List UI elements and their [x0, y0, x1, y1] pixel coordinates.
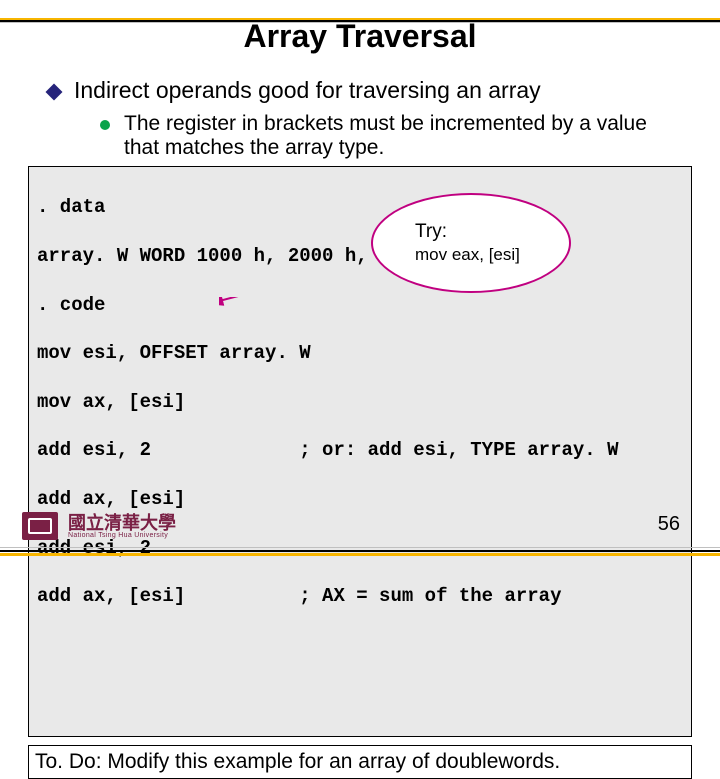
- code-block: . data array. W WORD 1000 h, 2000 h, 300…: [28, 166, 692, 737]
- callout-line2: mov eax, [esi]: [415, 244, 569, 266]
- university-logo-icon: [22, 512, 58, 540]
- dot-icon: [100, 120, 110, 130]
- code-line: mov esi, OFFSET array. W: [37, 341, 683, 365]
- code-line: mov ax, [esi]: [37, 390, 683, 414]
- code-line: add esi, 2 ; or: add esi, TYPE array. W: [37, 438, 683, 462]
- sub-bullet: The register in brackets must be increme…: [100, 112, 670, 160]
- sub-bullet-text: The register in brackets must be increme…: [124, 112, 670, 160]
- code-line: . code: [37, 293, 683, 317]
- footer: 國立清華大學 National Tsing Hua University: [22, 512, 176, 540]
- page-number: 56: [658, 513, 680, 536]
- todo-box: To. Do: Modify this example for an array…: [28, 745, 692, 779]
- try-callout: Try: mov eax, [esi]: [371, 193, 571, 293]
- main-bullet-text: Indirect operands good for traversing an…: [74, 77, 541, 104]
- diamond-icon: [46, 84, 63, 101]
- code-line: array. W WORD 1000 h, 2000 h, 3000 h: [37, 244, 683, 268]
- university-name-zh: 國立清華大學: [68, 514, 176, 532]
- code-line: add ax, [esi] ; AX = sum of the array: [37, 584, 683, 608]
- main-bullet: Indirect operands good for traversing an…: [48, 77, 680, 104]
- university-name-en: National Tsing Hua University: [68, 532, 176, 539]
- code-line: add ax, [esi]: [37, 487, 683, 511]
- callout-line1: Try:: [415, 220, 569, 245]
- slide-title: Array Traversal: [0, 18, 720, 55]
- code-line: . data: [37, 195, 683, 219]
